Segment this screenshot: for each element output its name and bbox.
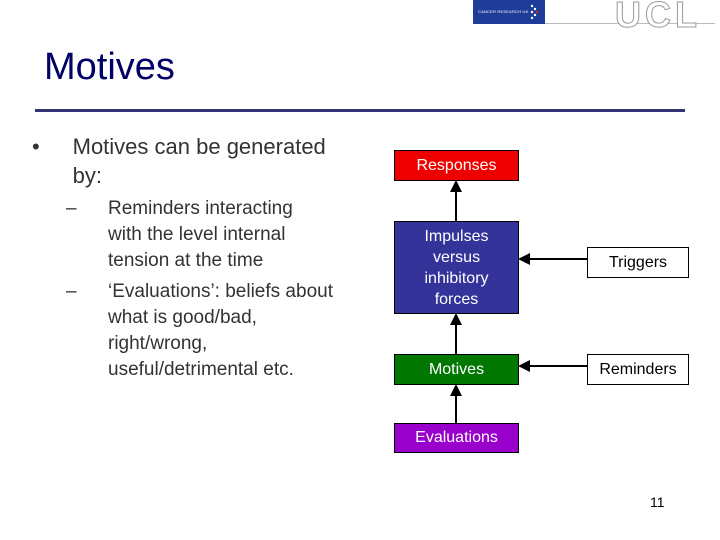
node-reminders: Reminders — [587, 354, 689, 385]
node-impulses: Impulses versus inhibitory forces — [394, 221, 519, 314]
node-label: Triggers — [608, 253, 668, 271]
node-label: Motives — [428, 360, 485, 378]
node-label: Reminders — [599, 360, 677, 378]
node-label: Impulses versus inhibitory forces — [424, 227, 489, 308]
node-motives: Motives — [394, 354, 519, 385]
node-label: Responses — [416, 156, 497, 174]
page-number: 11 — [650, 494, 665, 510]
node-responses: Responses — [394, 150, 519, 181]
node-evaluations: Evaluations — [394, 423, 519, 453]
node-triggers: Triggers — [587, 247, 689, 278]
node-label: Evaluations — [415, 429, 498, 446]
